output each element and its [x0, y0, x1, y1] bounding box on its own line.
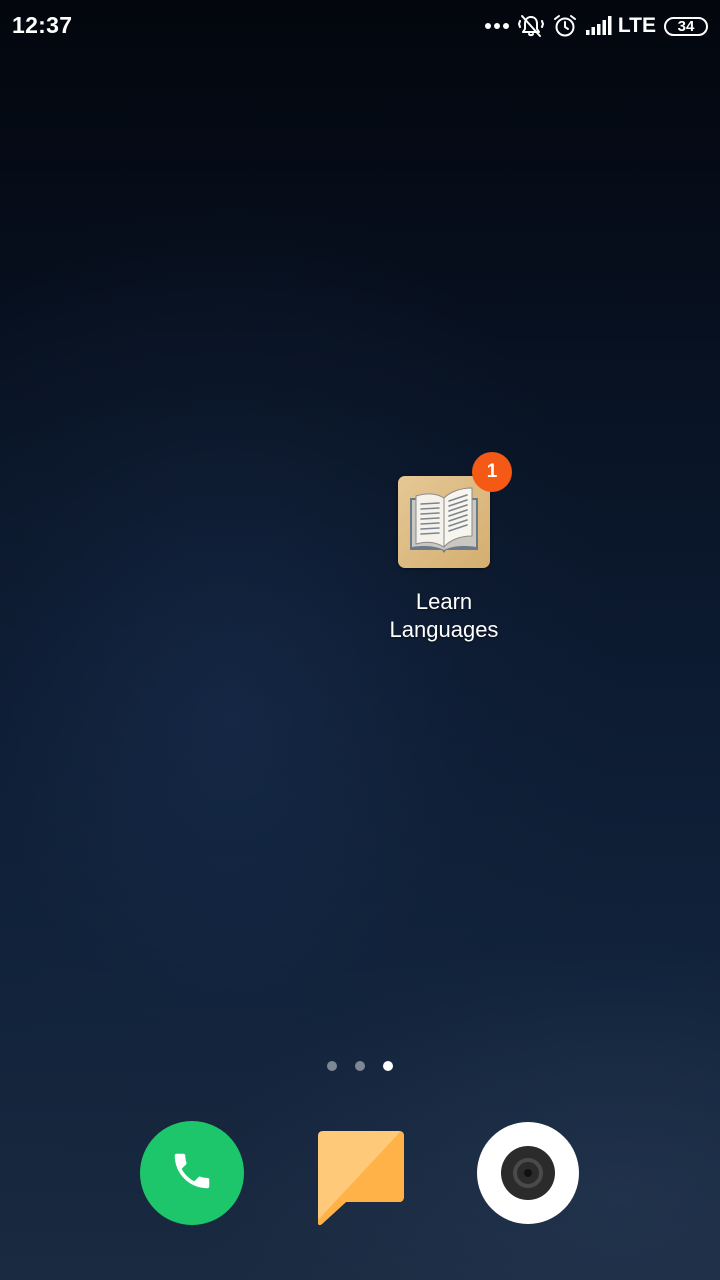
status-clock: 12:37: [12, 12, 73, 38]
camera-lens-ring: [513, 1158, 543, 1188]
page-dot-2[interactable]: [355, 1061, 365, 1071]
camera-lens-core: [524, 1169, 532, 1177]
notification-badge: 1: [472, 452, 512, 492]
camera-lens-icon: [501, 1146, 555, 1200]
app-label-line-2: Languages: [389, 617, 499, 642]
battery-icon: 34: [664, 16, 708, 36]
page-dot-3-active[interactable]: [383, 1061, 393, 1071]
battery-level: 34: [677, 17, 695, 35]
page-indicator: [0, 1061, 720, 1071]
dock-camera-button[interactable]: [477, 1122, 579, 1224]
page-dot-1[interactable]: [327, 1061, 337, 1071]
message-bubble-icon: [316, 1131, 406, 1230]
app-label[interactable]: Learn Languages: [364, 588, 524, 644]
signal-strength-icon: [585, 16, 614, 36]
more-dots-icon: [484, 22, 510, 30]
badge-count: 1: [486, 461, 498, 482]
vibrate-icon: [517, 13, 544, 39]
dock-messages-button[interactable]: [316, 1130, 406, 1226]
status-bar: 12:37 LTE 34: [0, 0, 720, 50]
app-label-line-1: Learn: [415, 589, 473, 614]
alarm-clock-icon: [552, 13, 578, 39]
dock-phone-button[interactable]: [140, 1121, 244, 1225]
open-book-icon[interactable]: [398, 476, 490, 568]
network-type-label: LTE: [617, 14, 656, 37]
status-icons: LTE 34: [484, 11, 708, 41]
phone-icon: [169, 1148, 215, 1199]
